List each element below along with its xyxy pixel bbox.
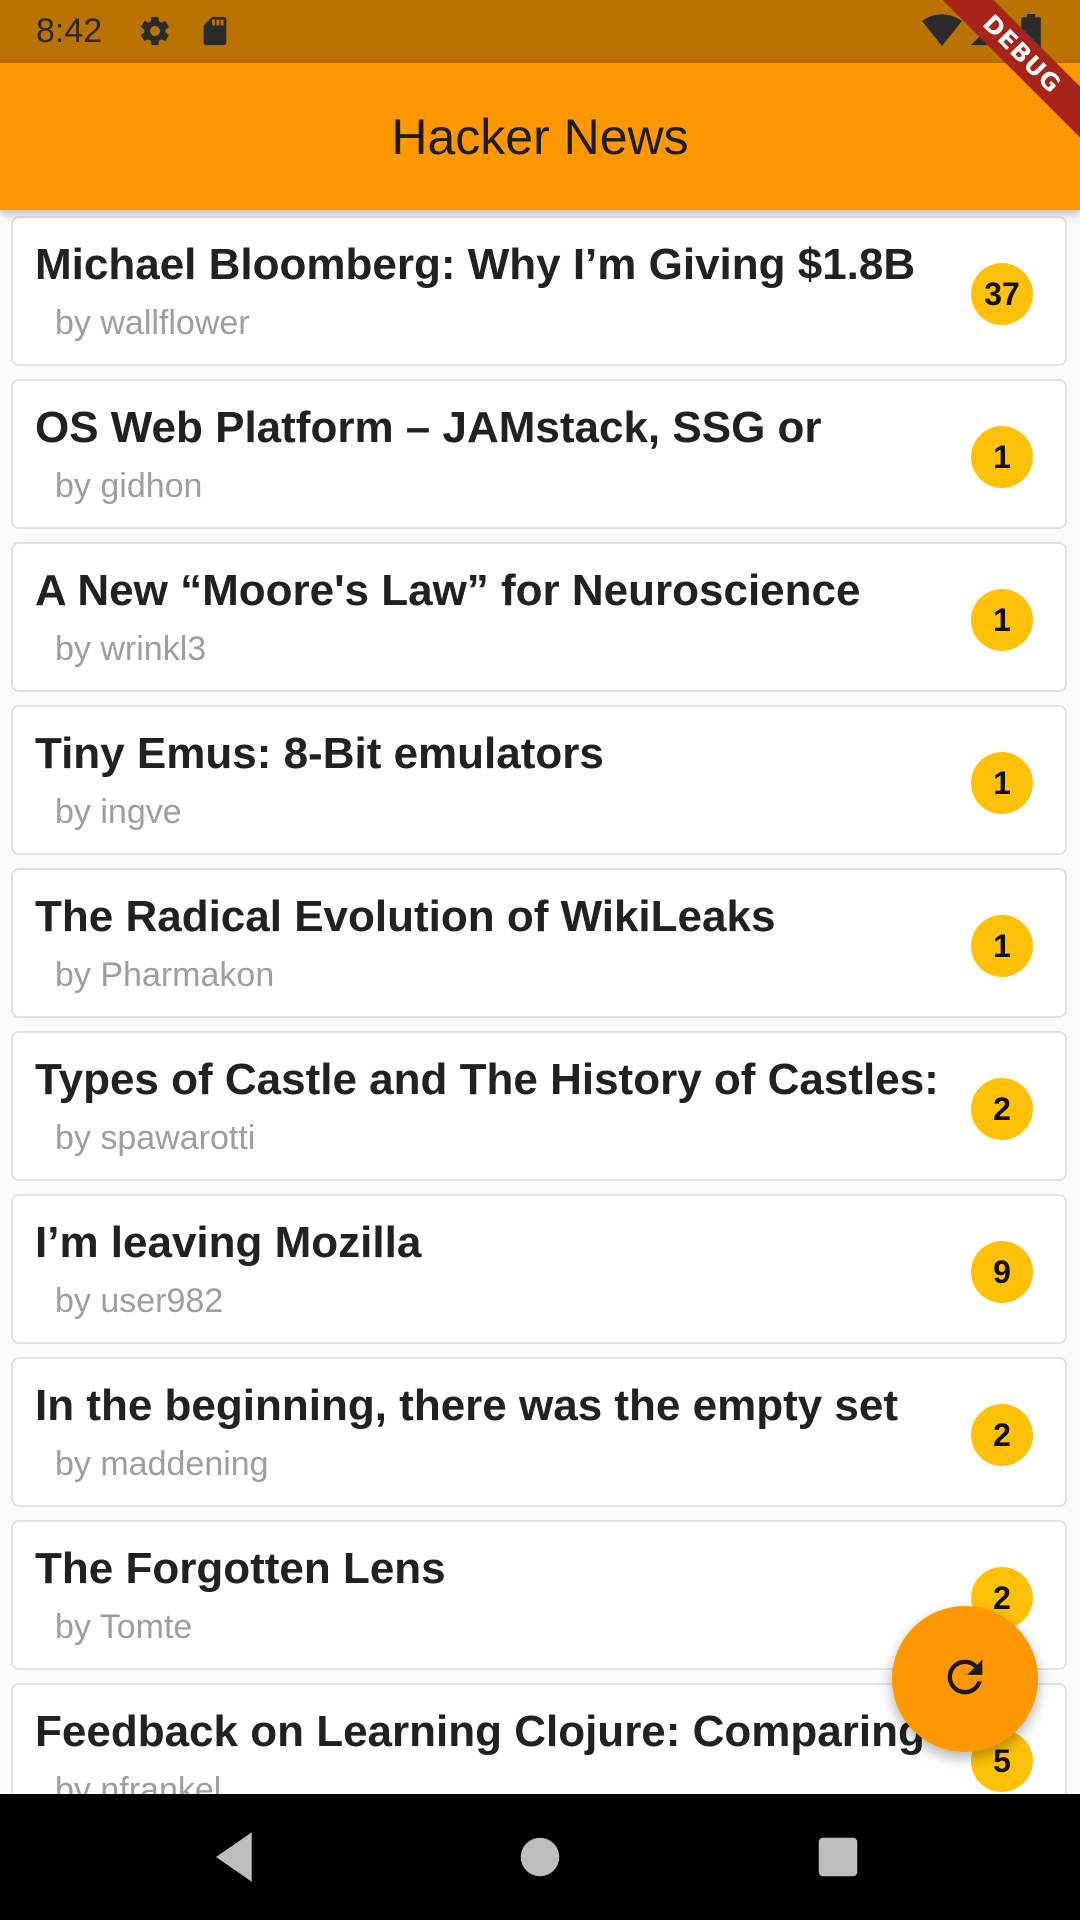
story-card[interactable]: Michael Bloomberg: Why I’m Giving $1.8B … <box>11 216 1067 366</box>
comment-count-badge: 9 <box>971 1241 1033 1303</box>
story-card[interactable]: Tiny Emus: 8-Bit emulators by ingve 1 <box>11 705 1067 855</box>
comment-count-badge: 1 <box>971 915 1033 977</box>
story-title: OS Web Platform – JAMstack, SSG or <box>35 403 822 452</box>
comment-count-badge: 2 <box>971 1078 1033 1140</box>
signal-icon <box>968 14 1002 48</box>
story-author: by gidhon <box>55 467 203 505</box>
story-author: by ingve <box>55 793 182 831</box>
story-author: by wallflower <box>55 304 250 342</box>
story-card[interactable]: In the beginning, there was the empty se… <box>11 1357 1067 1507</box>
story-author: by nfrankel <box>55 1771 222 1794</box>
home-icon[interactable] <box>507 1824 573 1890</box>
refresh-icon <box>939 1651 991 1708</box>
story-card[interactable]: A New “Moore's Law” for Neuroscience by … <box>11 542 1067 692</box>
comment-count-badge: 1 <box>971 752 1033 814</box>
story-author: by Tomte <box>55 1608 193 1646</box>
story-title: In the beginning, there was the empty se… <box>35 1381 899 1430</box>
comment-count-badge: 37 <box>971 263 1033 325</box>
page-title: Hacker News <box>391 108 689 165</box>
story-author: by wrinkl3 <box>55 630 207 668</box>
refresh-button[interactable] <box>892 1606 1038 1752</box>
status-bar: 8:42 <box>0 0 1080 63</box>
sd-card-icon <box>198 14 232 48</box>
wifi-icon <box>922 14 962 48</box>
comment-count-badge: 1 <box>971 426 1033 488</box>
story-title: A New “Moore's Law” for Neuroscience <box>35 566 861 615</box>
status-time: 8:42 <box>36 12 103 50</box>
story-title: I’m leaving Mozilla <box>35 1218 422 1267</box>
story-author: by user982 <box>55 1282 224 1320</box>
story-list[interactable]: Michael Bloomberg: Why I’m Giving $1.8B … <box>0 210 1080 1794</box>
story-title: Tiny Emus: 8-Bit emulators <box>35 729 604 778</box>
story-title: The Radical Evolution of WikiLeaks <box>35 892 776 941</box>
story-title: The Forgotten Lens <box>35 1544 446 1593</box>
story-card[interactable]: OS Web Platform – JAMstack, SSG or by gi… <box>11 379 1067 529</box>
navigation-bar <box>0 1794 1080 1920</box>
comment-count-badge: 2 <box>971 1404 1033 1466</box>
story-author: by spawarotti <box>55 1119 256 1157</box>
comment-count-badge: 1 <box>971 589 1033 651</box>
story-author: by maddening <box>55 1445 269 1483</box>
story-title: Michael Bloomberg: Why I’m Giving $1.8B <box>35 240 916 289</box>
story-title: Types of Castle and The History of Castl… <box>35 1055 939 1104</box>
back-icon[interactable] <box>205 1824 271 1890</box>
gear-icon <box>138 14 172 48</box>
story-card[interactable]: Types of Castle and The History of Castl… <box>11 1031 1067 1181</box>
story-author: by Pharmakon <box>55 956 275 994</box>
story-card[interactable]: The Radical Evolution of WikiLeaks by Ph… <box>11 868 1067 1018</box>
battery-icon <box>1020 14 1044 50</box>
recents-icon[interactable] <box>805 1824 871 1890</box>
story-title: Feedback on Learning Clojure: Comparing <box>35 1707 925 1756</box>
story-card[interactable]: I’m leaving Mozilla by user982 9 <box>11 1194 1067 1344</box>
app-bar: Hacker News <box>0 63 1080 210</box>
